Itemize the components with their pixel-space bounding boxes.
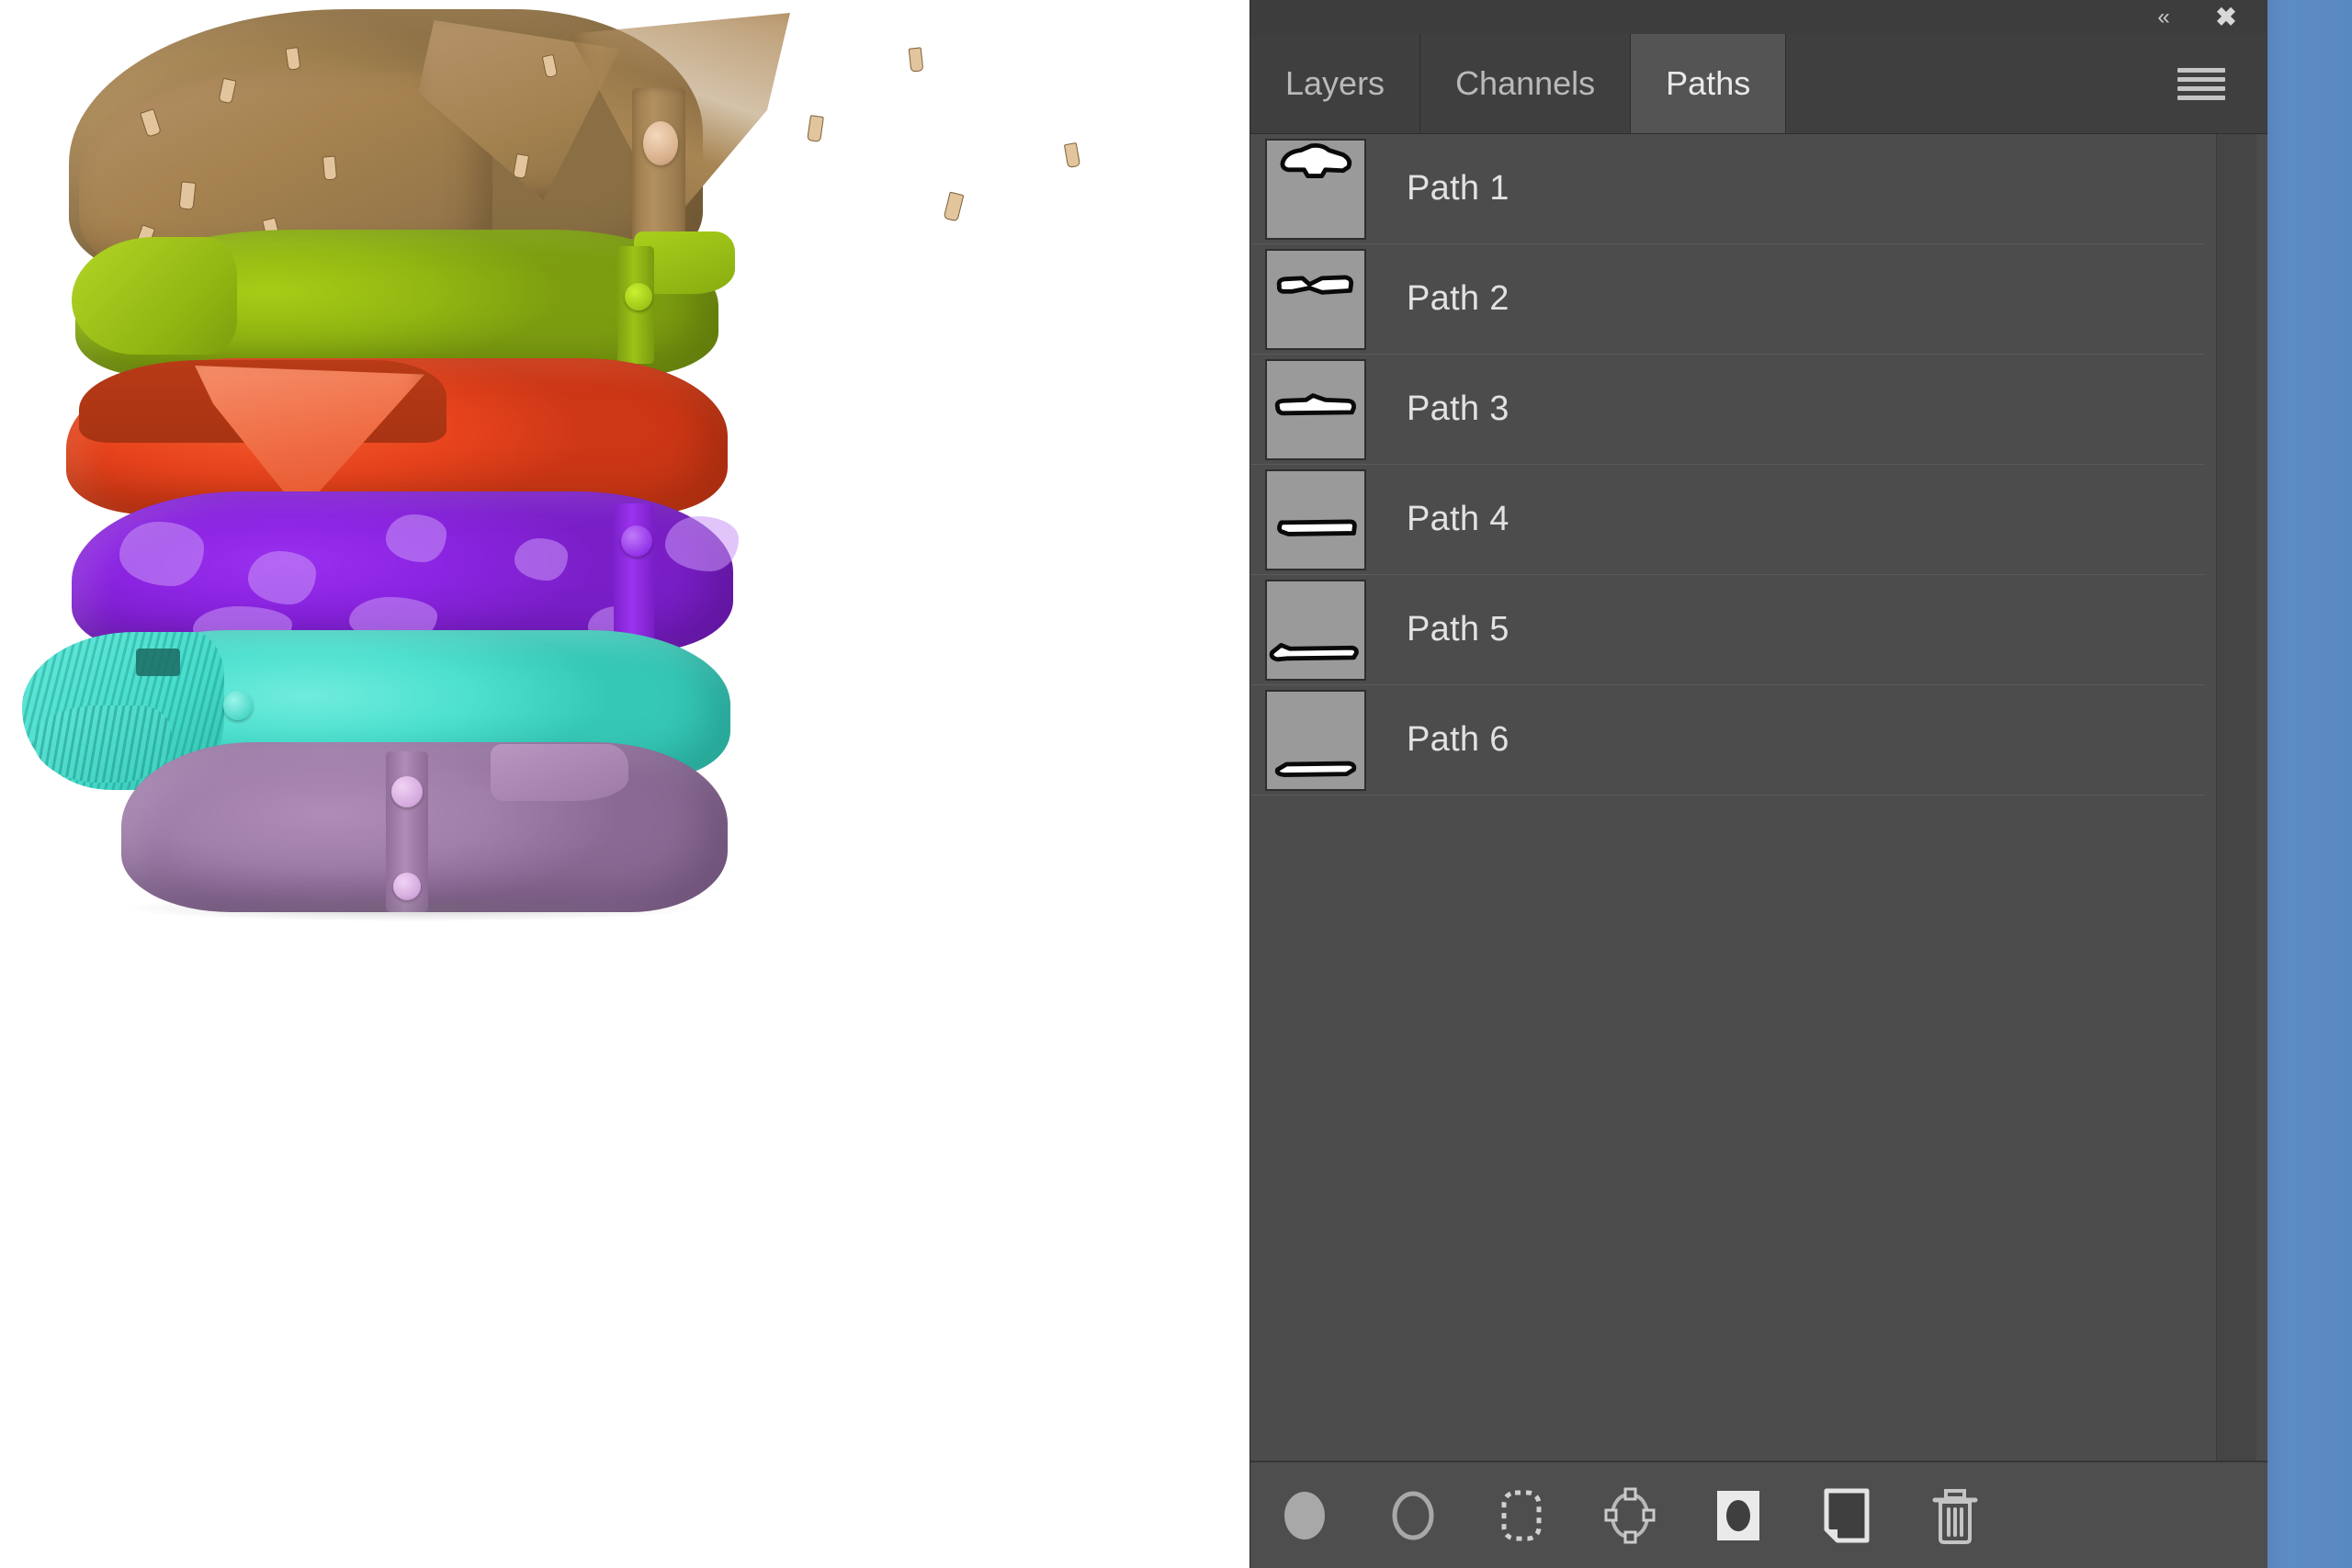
stack-drop-shadow — [129, 896, 698, 921]
shirt-cyan-cuff — [33, 705, 171, 783]
filled-circle-icon — [1280, 1487, 1329, 1544]
shirt-tan-motif — [943, 191, 965, 222]
path-list-scrollbar[interactable] — [2216, 134, 2256, 1461]
close-panel-icon[interactable]: ✖ — [2211, 2, 2242, 33]
paths-panel: « ✖ Layers Channels Paths Path 1 Path 2 … — [1250, 0, 2267, 1568]
hamburger-menu-icon[interactable] — [2177, 67, 2225, 101]
path-list-item[interactable]: Path 1 — [1250, 134, 2205, 244]
tab-paths[interactable]: Paths — [1631, 34, 1787, 133]
delete-path-button[interactable] — [1901, 1461, 2009, 1568]
tab-layers[interactable]: Layers — [1250, 34, 1421, 133]
path-thumbnail-shirt-5 — [1265, 579, 1366, 681]
add-layer-mask-button[interactable] — [1684, 1461, 1792, 1568]
load-path-as-selection-button[interactable] — [1467, 1461, 1576, 1568]
path-list-item[interactable]: Path 6 — [1250, 685, 2205, 795]
shirt-mauve-button-top — [391, 776, 423, 807]
shirt-cyan-button — [223, 691, 253, 720]
panel-tab-bar: Layers Channels Paths — [1250, 34, 2267, 134]
circle-outline-icon — [1388, 1487, 1438, 1544]
path-list-item-label: Path 2 — [1407, 279, 1510, 318]
path-list-item-label: Path 6 — [1407, 720, 1510, 759]
shirt-purple-button — [621, 525, 652, 557]
workspace-background-strip — [2267, 0, 2352, 1568]
tab-channels-label: Channels — [1455, 64, 1596, 102]
path-thumbnail-shirt-6 — [1265, 689, 1366, 791]
fill-path-button[interactable] — [1250, 1461, 1359, 1568]
trash-icon — [1929, 1485, 1981, 1546]
path-thumbnail-shirt-2 — [1265, 248, 1366, 350]
shirt-green-button — [625, 283, 652, 310]
anchor-points-icon — [1603, 1485, 1657, 1546]
shirt-tan-motif — [807, 115, 824, 142]
new-page-icon — [1821, 1487, 1872, 1544]
document-canvas[interactable] — [0, 0, 1250, 1568]
path-list[interactable]: Path 1 Path 2 Path 3 Path 4 Path 5 Path … — [1250, 134, 2205, 1461]
path-thumbnail-shirt-4 — [1265, 468, 1366, 570]
path-list-item-label: Path 1 — [1407, 169, 1510, 208]
tab-channels[interactable]: Channels — [1420, 34, 1632, 133]
path-list-item-label: Path 5 — [1407, 610, 1510, 649]
shirt-tan-motif — [908, 47, 924, 73]
create-new-path-button[interactable] — [1792, 1461, 1901, 1568]
mask-icon — [1712, 1487, 1765, 1544]
panel-footer-toolbar — [1250, 1461, 2267, 1568]
path-list-item[interactable]: Path 4 — [1250, 465, 2205, 575]
shirt-green-left-fold — [72, 237, 237, 355]
make-work-path-button[interactable] — [1576, 1461, 1684, 1568]
shirt-purple-placket — [614, 503, 654, 643]
stroke-path-button[interactable] — [1359, 1461, 1467, 1568]
path-thumbnail-shirt-3 — [1265, 358, 1366, 460]
shirt-tan-motif — [178, 181, 197, 210]
panel-titlebar: « ✖ — [1250, 0, 2267, 35]
path-thumbnail-shirt-1 — [1265, 138, 1366, 240]
dashed-selection-icon — [1497, 1487, 1546, 1544]
shirt-stack-photo — [0, 0, 1250, 1568]
shirt-tan-motif — [322, 155, 338, 181]
tab-layers-label: Layers — [1285, 64, 1385, 102]
shirt-tan-button-top — [643, 121, 678, 165]
path-list-item[interactable]: Path 5 — [1250, 575, 2205, 685]
path-list-item[interactable]: Path 3 — [1250, 355, 2205, 465]
tab-paths-label: Paths — [1666, 64, 1751, 102]
path-list-item-label: Path 3 — [1407, 389, 1510, 428]
path-list-item[interactable]: Path 2 — [1250, 244, 2205, 355]
shirt-tan-motif — [1063, 141, 1081, 169]
collapse-panel-icon[interactable]: « — [2148, 2, 2179, 33]
shirt-cyan-label-tag — [136, 649, 180, 676]
shirt-mauve-collar — [491, 744, 628, 801]
path-list-item-label: Path 4 — [1407, 500, 1510, 538]
